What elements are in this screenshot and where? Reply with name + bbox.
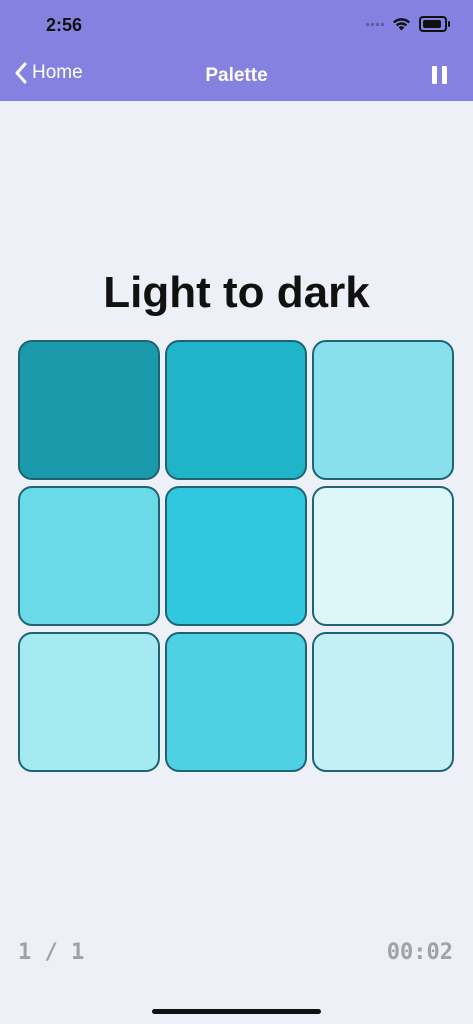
wifi-icon <box>393 18 410 31</box>
progress-counter: 1 / 1 <box>18 940 85 965</box>
color-tile[interactable] <box>165 340 307 480</box>
color-tile[interactable] <box>312 486 454 626</box>
nav-title: Palette <box>205 65 268 86</box>
status-icons <box>366 16 450 32</box>
puzzle-heading: Light to dark <box>103 268 370 317</box>
color-tile[interactable] <box>18 340 160 480</box>
pause-icon-bar <box>432 66 437 84</box>
status-time: 2:56 <box>46 15 83 35</box>
color-tile[interactable] <box>165 486 307 626</box>
home-indicator <box>152 1009 321 1014</box>
color-tile[interactable] <box>18 486 160 626</box>
pause-button[interactable] <box>432 66 447 84</box>
timer: 00:02 <box>386 940 453 965</box>
navigation-bar: 2:56 Home Palette <box>0 0 473 101</box>
color-tile[interactable] <box>165 632 307 772</box>
color-tile[interactable] <box>312 632 454 772</box>
color-tile[interactable] <box>312 340 454 480</box>
pause-icon-bar <box>442 66 447 84</box>
color-tile-grid <box>18 340 454 772</box>
battery-icon <box>419 16 450 32</box>
color-tile[interactable] <box>18 632 160 772</box>
cellular-signal-icon <box>366 22 384 26</box>
